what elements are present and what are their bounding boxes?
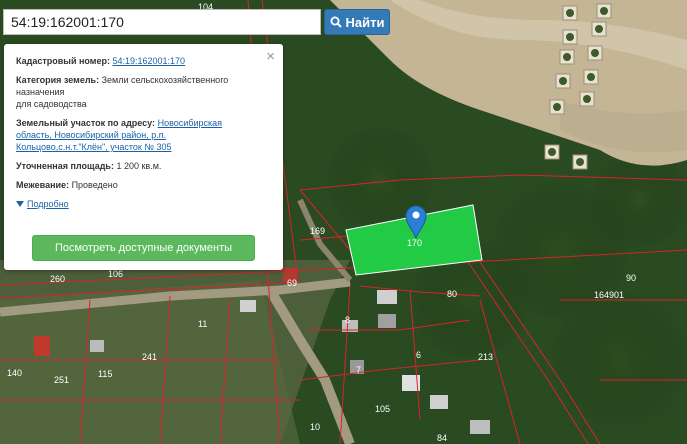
parcel-label-6: 6 bbox=[416, 350, 421, 360]
cadastral-number-row: Кадастровый номер: 54:19:162001:170 bbox=[16, 55, 271, 67]
parcel-label-69: 69 bbox=[287, 278, 297, 288]
survey-value: Проведено bbox=[71, 180, 118, 190]
area-value: 1 200 кв.м. bbox=[116, 161, 162, 171]
parcel-label-84: 84 bbox=[437, 433, 447, 443]
parcel-label-8: 8 bbox=[345, 315, 350, 325]
land-category-value-1: Земли сельскохозяйственного bbox=[101, 75, 229, 85]
parcel-label-169: 169 bbox=[310, 226, 325, 236]
cadastral-search-input[interactable] bbox=[3, 9, 321, 35]
parcel-label-90: 90 bbox=[626, 273, 636, 283]
search-bar bbox=[3, 9, 321, 35]
parcel-info-popup: × Кадастровый номер: 54:19:162001:170 Ка… bbox=[4, 44, 283, 270]
parcel-label-260: 260 bbox=[50, 274, 65, 284]
cadastral-number-label: Кадастровый номер: bbox=[16, 56, 110, 66]
parcel-label-170: 170 bbox=[407, 238, 422, 248]
cadastral-number-link[interactable]: 54:19:162001:170 bbox=[112, 56, 185, 66]
parcel-label-241: 241 bbox=[142, 352, 157, 362]
parcel-label-105: 105 bbox=[375, 404, 390, 414]
view-documents-button[interactable]: Посмотреть доступные документы bbox=[32, 235, 255, 261]
land-category-value-3: для садоводства bbox=[16, 99, 87, 109]
parcel-label-115: 115 bbox=[98, 369, 112, 379]
area-row: Уточненная площадь: 1 200 кв.м. bbox=[16, 160, 271, 172]
parcel-label-106: 106 bbox=[108, 269, 123, 279]
search-icon bbox=[330, 16, 342, 28]
parcel-label-140: 140 bbox=[7, 368, 22, 378]
survey-label: Межевание: bbox=[16, 180, 70, 190]
block-label: 164901 bbox=[594, 290, 624, 300]
caret-down-icon bbox=[16, 201, 24, 207]
parcel-label-11: 11 bbox=[198, 319, 207, 329]
land-category-row: Категория земель: Земли сельскохозяйстве… bbox=[16, 74, 271, 110]
parcel-label-213: 213 bbox=[478, 352, 493, 362]
address-link-1[interactable]: Новосибирская bbox=[158, 118, 222, 128]
area-label: Уточненная площадь: bbox=[16, 161, 114, 171]
address-link-2[interactable]: область, Новосибирский район, р.п. bbox=[16, 130, 166, 140]
parcel-label-251: 251 bbox=[54, 375, 69, 385]
address-link-3[interactable]: Кольцово,с.н.т."Клён", участок № 305 bbox=[16, 142, 172, 152]
address-label: Земельный участок по адресу: bbox=[16, 118, 156, 128]
survey-row: Межевание: Проведено bbox=[16, 179, 271, 191]
address-row: Земельный участок по адресу: Новосибирск… bbox=[16, 117, 271, 153]
land-category-label: Категория земель: bbox=[16, 75, 100, 85]
parcel-label-7: 7 bbox=[356, 365, 361, 375]
land-category-value-2: назначения bbox=[16, 87, 65, 97]
details-toggle[interactable]: Подробно bbox=[16, 198, 69, 210]
find-button-label: Найти bbox=[345, 14, 385, 30]
parcel-label-10: 10 bbox=[310, 422, 320, 432]
details-label: Подробно bbox=[27, 199, 69, 209]
close-icon[interactable]: × bbox=[266, 49, 275, 64]
find-button[interactable]: Найти bbox=[324, 9, 390, 35]
parcel-label-80: 80 bbox=[447, 289, 457, 299]
